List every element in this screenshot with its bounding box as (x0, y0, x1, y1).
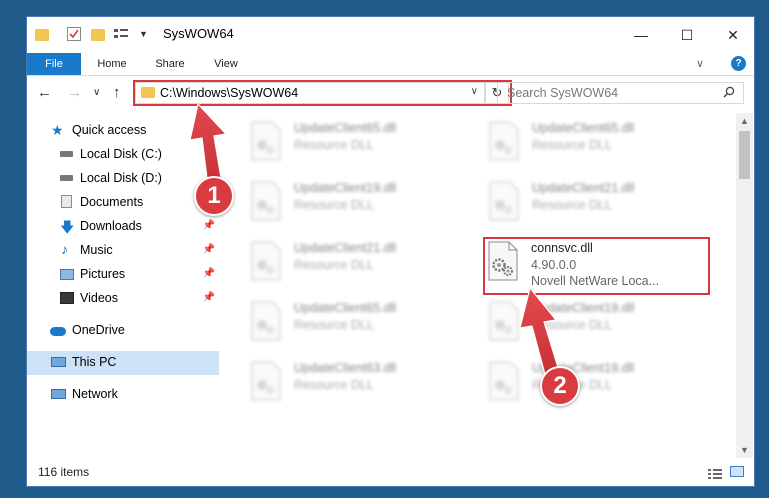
annotation-arrow-1 (189, 103, 561, 379)
step-2-badge: 2 (540, 366, 580, 406)
step-1-badge: 1 (194, 176, 234, 216)
